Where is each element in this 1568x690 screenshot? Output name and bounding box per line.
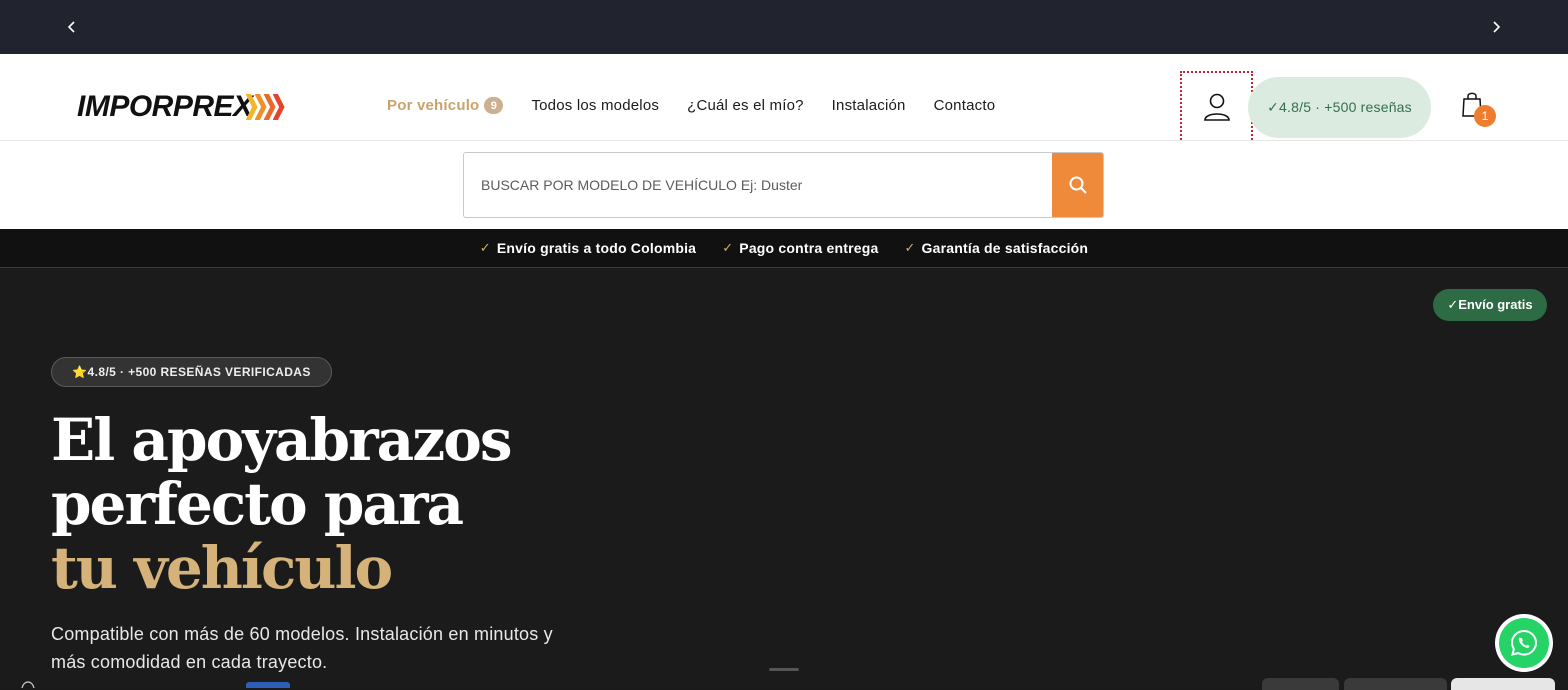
hero-section: ✓Envío gratis ⭐4.8/5 · +500 RESEÑAS VERI… [0,268,1568,690]
nav-item-label: Todos los modelos [531,97,660,114]
hero-title-line2: perfecto para [51,470,464,538]
hero-title-accent: tu vehículo [51,534,393,602]
bottom-element-blue [246,682,290,688]
logo-text-prex: PREX [172,90,253,123]
slider-indicator[interactable] [769,668,799,671]
logo-chevrons-icon [245,94,285,120]
trust-item-label: Pago contra entrega [739,240,879,256]
trust-item-garantia: ✓ Garantía de satisfacción [904,240,1088,256]
bottom-decoration-icon [21,681,35,688]
nav-item-contacto[interactable]: Contacto [934,97,996,114]
trust-item-label: Envío gratis a todo Colombia [496,240,697,256]
nav-item-por-vehiculo[interactable]: Por vehículo 9 [387,97,504,114]
chevron-right-icon [1493,21,1501,33]
trust-item-pago: ✓ Pago contra entrega [722,240,878,256]
site-header: IMPORPREX Por vehículo 9 Todos los model… [0,54,1568,143]
search-box [463,152,1104,218]
rating-badge: ⭐4.8/5 · +500 RESEÑAS VERIFICADAS [51,357,332,387]
logo-text-impor: IMPOR [77,90,173,123]
trust-item-envio: ✓ Envío gratis a todo Colombia [480,240,696,256]
announcement-bar [0,0,1568,54]
nav-item-label: Contacto [933,97,996,114]
nav-count-badge: 9 [484,97,504,114]
search-section [0,141,1568,229]
announcement-prev-button[interactable] [58,13,86,41]
main-nav: Por vehículo 9 Todos los modelos ¿Cuál e… [387,97,1023,114]
search-input[interactable] [464,153,1052,217]
announcement-next-button[interactable] [1482,13,1510,41]
free-shipping-badge: ✓Envío gratis [1433,289,1547,321]
nav-item-instalacion[interactable]: Instalación [832,97,906,114]
nav-item-label: Por vehículo [387,97,480,114]
trust-bar: ✓ Envío gratis a todo Colombia ✓ Pago co… [0,229,1568,268]
logo[interactable]: IMPORPREX [77,92,285,122]
reviews-pill[interactable]: ✓4.8/5 · +500 reseñas [1248,77,1431,138]
cart-button[interactable]: 1 [1460,90,1496,127]
check-icon: ✓ [722,240,734,255]
hero-subtitle: Compatible con más de 60 modelos. Instal… [51,624,553,672]
whatsapp-icon [1510,629,1538,656]
bottom-tab[interactable] [1344,678,1447,690]
nav-item-todos-los-modelos[interactable]: Todos los modelos [531,97,659,114]
search-button[interactable] [1052,153,1103,217]
bottom-tab[interactable] [1262,678,1339,690]
account-button[interactable] [1180,71,1253,143]
hero-title: El apoyabrazos perfecto para tu vehículo [51,408,591,600]
chevron-left-icon [67,21,75,33]
hero-title-line1: El apoyabrazos [51,406,513,474]
trust-item-label: Garantía de satisfacción [921,240,1089,256]
nav-item-cual-es-el-mio[interactable]: ¿Cuál es el mío? [687,97,804,114]
nav-item-label: ¿Cuál es el mío? [687,97,804,114]
search-icon [1069,176,1087,194]
whatsapp-button[interactable] [1495,614,1553,672]
user-icon [1203,93,1230,121]
check-icon: ✓ [904,240,916,255]
nav-item-label: Instalación [831,97,906,114]
bottom-tab[interactable] [1451,678,1555,690]
check-icon: ✓ [479,240,491,255]
cart-count-badge: 1 [1474,105,1496,127]
